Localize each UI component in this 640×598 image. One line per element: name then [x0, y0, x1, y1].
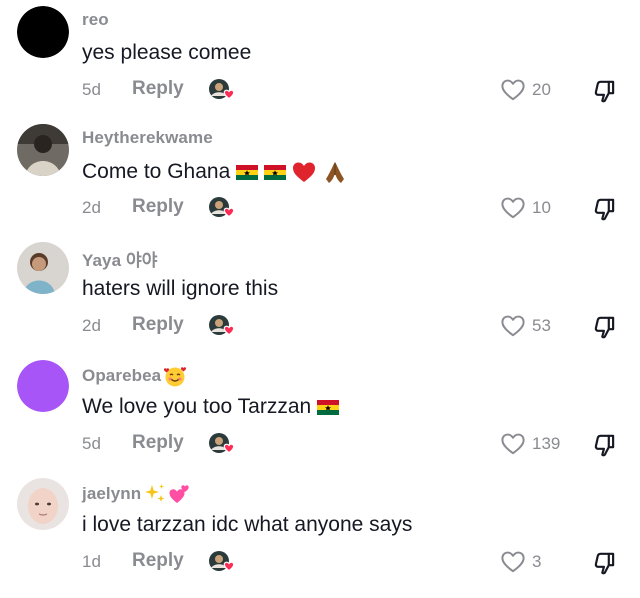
comment-username[interactable]: Oparebea — [82, 364, 187, 388]
comment-item: Oparebea We love you too Tarzzan 5d Repl… — [0, 354, 640, 472]
like-button[interactable]: 20 — [500, 76, 551, 104]
dislike-icon[interactable] — [592, 550, 618, 576]
heart-outline-icon — [500, 549, 526, 575]
dislike-icon[interactable] — [592, 314, 618, 340]
comment-username[interactable]: Heytherekwame — [82, 128, 213, 148]
like-button[interactable]: 139 — [500, 430, 560, 458]
comment-text: We love you too Tarzzan — [82, 395, 339, 419]
comment-age: 2d — [82, 316, 101, 335]
comment-item: Heytherekwame Come to Ghana 2d Reply 10 — [0, 118, 640, 236]
creator-liked-icon — [208, 549, 236, 575]
creator-liked-icon — [208, 313, 236, 339]
like-count: 10 — [532, 198, 551, 217]
dislike-icon[interactable] — [592, 432, 618, 458]
ghana-flag-icon — [264, 165, 286, 180]
photo-avatar[interactable] — [17, 478, 69, 530]
like-count: 53 — [532, 316, 551, 335]
comment-username[interactable]: jaelynn — [82, 482, 191, 506]
comment-text: haters will ignore this — [82, 277, 279, 300]
smiling-face-with-hearts-icon — [164, 367, 187, 387]
two-hearts-icon — [169, 485, 189, 503]
comment-item: reo yes please comee 5d Reply 20 — [0, 0, 640, 118]
like-count: 3 — [532, 552, 542, 571]
comment-text: yes please comee — [82, 41, 252, 64]
comment-meta: 5d Reply — [82, 78, 242, 102]
folded-hands-icon — [326, 162, 345, 183]
comment-meta: 2d Reply — [82, 314, 242, 338]
heart-outline-icon — [500, 313, 526, 339]
comment-text: Come to Ghana — [82, 159, 348, 185]
red-heart-icon — [293, 162, 316, 182]
like-count: 139 — [532, 434, 561, 453]
reply-button[interactable]: Reply — [132, 550, 184, 572]
reply-button[interactable]: Reply — [132, 432, 184, 454]
heart-outline-icon — [500, 431, 526, 457]
creator-liked-icon — [208, 77, 236, 103]
black-circle-avatar[interactable] — [17, 6, 69, 58]
reply-button[interactable]: Reply — [132, 314, 184, 336]
comment-username[interactable]: reo — [82, 10, 109, 30]
comment-age: 5d — [82, 80, 101, 99]
ghana-flag-icon — [317, 400, 339, 415]
comment-username[interactable]: Yaya 야야 — [82, 246, 157, 271]
dislike-icon[interactable] — [592, 78, 618, 104]
heart-outline-icon — [500, 195, 526, 221]
sparkles-icon — [145, 484, 165, 502]
reply-button[interactable]: Reply — [132, 196, 184, 218]
comment-text: i love tarzzan idc what anyone says — [82, 513, 413, 536]
reply-button[interactable]: Reply — [132, 78, 184, 100]
comment-meta: 5d Reply — [82, 432, 242, 456]
creator-liked-icon — [208, 195, 236, 221]
comment-meta: 2d Reply — [82, 196, 242, 220]
like-button[interactable]: 53 — [500, 312, 551, 340]
heart-outline-icon — [500, 77, 526, 103]
comment-age: 5d — [82, 434, 101, 453]
dislike-icon[interactable] — [592, 196, 618, 222]
creator-liked-icon — [208, 431, 236, 457]
purple-circle-avatar[interactable] — [17, 360, 69, 412]
like-button[interactable]: 10 — [500, 194, 551, 222]
photo-avatar[interactable] — [17, 242, 69, 294]
comment-item: Yaya 야야 haters will ignore this 2d Reply… — [0, 236, 640, 354]
comment-item: jaelynn i love tarzzan idc what anyone s… — [0, 472, 640, 590]
comment-meta: 1d Reply — [82, 550, 242, 574]
comment-age: 1d — [82, 552, 101, 571]
ghana-flag-icon — [236, 165, 258, 180]
like-button[interactable]: 3 — [500, 548, 541, 576]
comment-age: 2d — [82, 198, 101, 217]
like-count: 20 — [532, 80, 551, 99]
photo-avatar[interactable] — [17, 124, 69, 176]
